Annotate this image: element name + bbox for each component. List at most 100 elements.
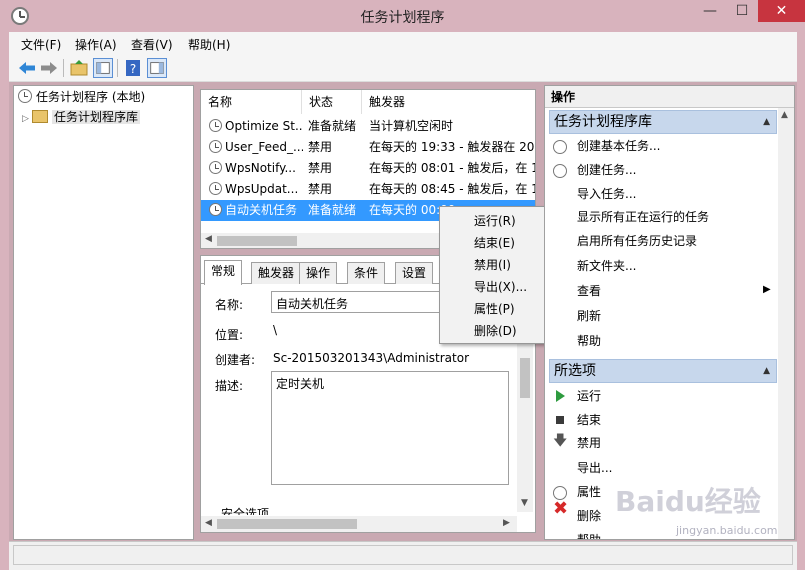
location-label: 位置: — [215, 328, 244, 342]
folder-up-icon[interactable] — [69, 58, 89, 78]
ctx-properties[interactable]: 属性(P) — [474, 298, 515, 320]
scrollbar-thumb[interactable] — [520, 358, 530, 398]
section-selected-item[interactable]: 所选项 ▲ — [549, 359, 777, 383]
task-status: 禁用 — [308, 161, 333, 175]
menu-file[interactable]: 文件(F) — [21, 36, 61, 53]
scrollbar-thumb[interactable] — [217, 236, 297, 246]
task-status: 禁用 — [308, 182, 333, 196]
ctx-delete[interactable]: 删除(D) — [474, 320, 517, 342]
scroll-left-icon[interactable]: ◀ — [205, 234, 212, 244]
action-help-selected[interactable]: 帮助 — [577, 528, 601, 539]
task-status: 准备就绪 — [308, 203, 357, 217]
watermark-logo: Baidu经验 — [615, 485, 761, 518]
action-disable[interactable]: 禁用 — [577, 431, 601, 455]
scroll-down-icon[interactable]: ▼ — [521, 498, 528, 508]
clock-icon — [209, 203, 222, 216]
ctx-export[interactable]: 导出(X)... — [474, 276, 527, 298]
author-value: Sc-201503201343\Administrator — [273, 351, 470, 365]
ctx-disable[interactable]: 禁用(I) — [474, 254, 511, 276]
clock-icon — [209, 119, 222, 132]
action-import-task[interactable]: 导入任务... — [577, 182, 636, 206]
show-hide-console-tree-icon[interactable] — [93, 58, 113, 78]
name-field[interactable]: 自动关机任务 — [271, 291, 441, 313]
clock-icon — [209, 140, 222, 153]
window-frame-right — [797, 32, 805, 570]
tab-triggers[interactable]: 触发器 — [251, 262, 302, 284]
toolbar-separator — [117, 59, 118, 77]
task-status: 准备就绪 — [308, 119, 357, 133]
ctx-run[interactable]: 运行(R) — [474, 210, 516, 232]
action-refresh[interactable]: 刷新 — [577, 304, 601, 328]
horizontal-scrollbar[interactable]: ◀ ▶ — [201, 516, 517, 532]
tree-item-library[interactable]: ▷ 任务计划程序库 — [22, 108, 141, 128]
name-label: 名称: — [215, 298, 244, 312]
action-create-task[interactable]: 创建任务... — [577, 158, 636, 182]
folder-clock-icon — [32, 110, 48, 123]
task-trigger: 在每天的 08:45 - 触发后，在 1 — [369, 182, 536, 196]
vertical-scrollbar[interactable]: ▲ — [778, 108, 794, 539]
task-name: 自动关机任务 — [225, 203, 298, 217]
tree-item-label: 任务计划程序 (本地) — [36, 90, 146, 104]
scroll-right-icon[interactable]: ▶ — [503, 518, 510, 528]
section-task-library[interactable]: 任务计划程序库 ▲ — [549, 110, 777, 134]
help-icon[interactable]: ? — [123, 58, 143, 78]
create-task-icon — [553, 164, 567, 178]
author-label: 创建者: — [215, 353, 256, 367]
section-title: 任务计划程序库 — [554, 114, 652, 130]
tab-settings[interactable]: 设置 — [395, 262, 434, 284]
action-end[interactable]: 结束 — [577, 408, 601, 432]
action-delete[interactable]: 删除 — [577, 504, 601, 528]
console-tree: 任务计划程序 (本地) ▷ 任务计划程序库 — [13, 85, 194, 540]
table-row[interactable]: WpsUpdat... 禁用 在每天的 08:45 - 触发后，在 1 — [201, 179, 536, 200]
forward-arrow-icon[interactable] — [39, 58, 59, 78]
description-label: 描述: — [215, 379, 244, 393]
ctx-end[interactable]: 结束(E) — [474, 232, 515, 254]
watermark-url: jingyan.baidu.com — [676, 524, 778, 537]
back-arrow-icon[interactable] — [17, 58, 37, 78]
table-row[interactable]: User_Feed_... 禁用 在每天的 19:33 - 触发器在 202 — [201, 137, 535, 158]
table-row[interactable]: WpsNotify... 禁用 在每天的 08:01 - 触发后，在 1 — [201, 158, 536, 179]
scroll-up-icon[interactable]: ▲ — [781, 110, 788, 120]
action-view[interactable]: 查看 — [577, 279, 601, 303]
expand-arrow-icon[interactable]: ▷ — [22, 114, 32, 124]
window-frame-left — [0, 32, 9, 570]
tab-general[interactable]: 常规 — [204, 260, 243, 285]
vertical-scrollbar[interactable]: ▼ — [517, 342, 533, 512]
menu-view[interactable]: 查看(V) — [131, 36, 173, 53]
svg-text:?: ? — [130, 62, 136, 76]
show-hide-action-pane-icon[interactable] — [147, 58, 167, 78]
menu-help[interactable]: 帮助(H) — [188, 36, 230, 53]
status-bar — [9, 541, 797, 570]
action-run[interactable]: 运行 — [577, 384, 601, 408]
scrollbar-thumb[interactable] — [217, 519, 357, 529]
close-button[interactable]: ✕ — [758, 0, 805, 22]
task-trigger: 在每天的 08:01 - 触发后，在 1 — [369, 161, 536, 175]
description-field[interactable]: 定时关机 — [271, 371, 509, 485]
toolbar-separator — [63, 59, 64, 77]
clock-icon — [18, 89, 32, 103]
clock-icon — [209, 182, 222, 195]
create-basic-task-icon — [553, 140, 567, 154]
action-show-running-tasks[interactable]: 显示所有正在运行的任务 — [577, 205, 709, 229]
action-create-basic-task[interactable]: 创建基本任务... — [577, 134, 660, 158]
minimize-button[interactable]: — — [694, 0, 726, 22]
action-new-folder[interactable]: 新文件夹... — [577, 254, 636, 278]
table-row[interactable]: Optimize St... 准备就绪 当计算机空闲时 — [201, 116, 535, 137]
tab-conditions[interactable]: 条件 — [347, 262, 386, 284]
scroll-left-icon[interactable]: ◀ — [205, 518, 212, 528]
column-header-trigger[interactable]: 触发器 — [362, 90, 535, 114]
action-export[interactable]: 导出... — [577, 456, 612, 480]
tab-actions[interactable]: 操作 — [299, 262, 338, 284]
maximize-button[interactable]: ☐ — [726, 0, 758, 22]
action-enable-task-history[interactable]: 启用所有任务历史记录 — [577, 229, 697, 253]
collapse-arrow-icon[interactable]: ▲ — [763, 360, 770, 382]
action-properties[interactable]: 属性 — [577, 480, 601, 504]
task-name: Optimize St... — [225, 119, 303, 133]
collapse-arrow-icon[interactable]: ▲ — [763, 111, 770, 133]
action-help[interactable]: 帮助 — [577, 329, 601, 353]
toolbar: ? — [9, 54, 797, 82]
menu-action[interactable]: 操作(A) — [75, 36, 117, 53]
tree-item-local[interactable]: 任务计划程序 (本地) — [18, 88, 145, 108]
column-header-name[interactable]: 名称 — [201, 90, 302, 114]
column-header-status[interactable]: 状态 — [302, 90, 362, 114]
